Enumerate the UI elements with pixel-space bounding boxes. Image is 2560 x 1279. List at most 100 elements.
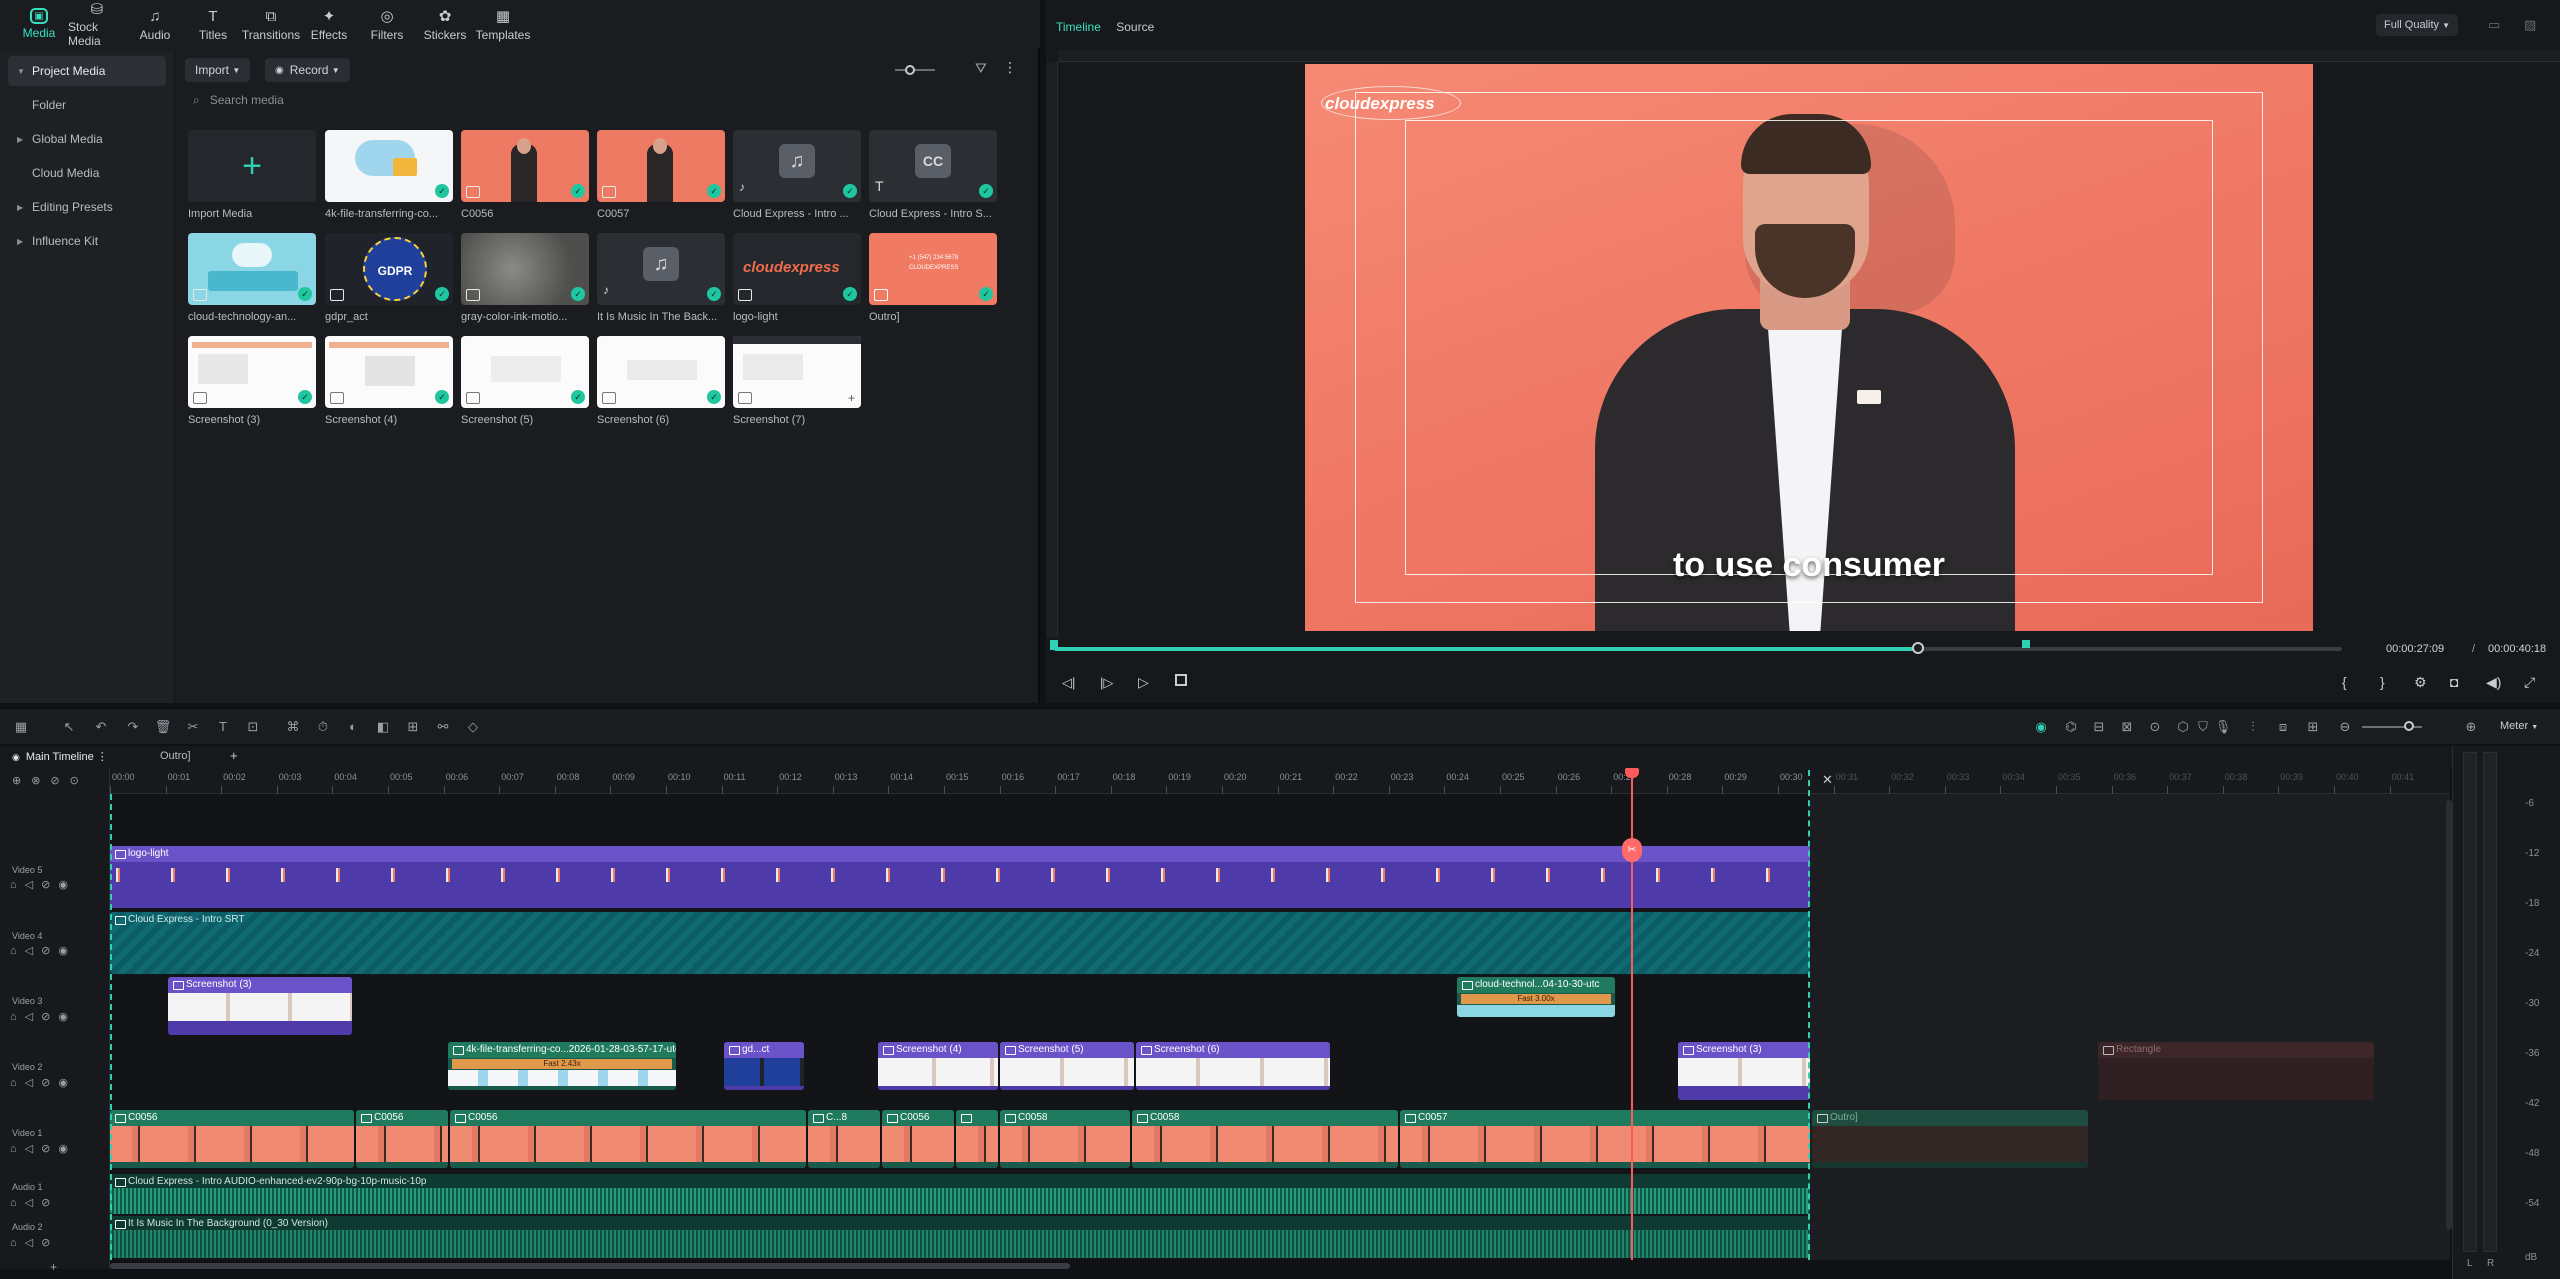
clip-logo-light[interactable]: logo-light <box>110 846 1810 908</box>
track-header-tools[interactable]: ⊕⊗⊘⊙ <box>12 774 89 787</box>
play-reverse-icon[interactable]: |▷ <box>1100 675 1113 691</box>
clip-gdpr[interactable]: gd...ct <box>724 1042 804 1090</box>
horizontal-scrollbar[interactable] <box>110 1263 1070 1269</box>
more-options-icon[interactable]: ⋮ <box>97 751 108 763</box>
tab-filters[interactable]: ◎ Filters <box>358 0 416 48</box>
media-item[interactable]: ✓ cloud-technology-an... <box>188 233 316 333</box>
in-marker[interactable] <box>1050 640 1058 650</box>
select-tool-icon[interactable]: ↖ <box>60 718 78 736</box>
media-item[interactable]: ✓ Screenshot (4) <box>325 336 453 436</box>
clip-4k-file-transferring[interactable]: 4k-file-transferring-co...2026-01-28-03-… <box>448 1042 676 1090</box>
mixer-icon[interactable]: ⫶ <box>2244 718 2262 736</box>
sidebar-item-cloud-media[interactable]: Cloud Media <box>8 158 166 188</box>
slider-handle[interactable] <box>905 65 915 75</box>
clip-screenshot-6[interactable]: Screenshot (6) <box>1136 1042 1330 1090</box>
clip-c0056[interactable]: C0056 <box>110 1110 354 1168</box>
fullscreen-icon[interactable]: ⤢ <box>2524 674 2535 691</box>
tab-media[interactable]: ▣ Media <box>10 0 68 48</box>
media-item[interactable]: cloudexpress ✓ logo-light <box>733 233 861 333</box>
sidebar-item-editing-presets[interactable]: ▶ Editing Presets <box>8 192 166 222</box>
redo-icon[interactable]: ↷ <box>124 718 142 736</box>
render-preview-icon[interactable]: ⚙ <box>2414 674 2427 691</box>
track-controls[interactable]: ⌂◁⊘ <box>10 1236 58 1249</box>
timeline-ruler[interactable]: 00:00 00:01 00:02 00:03 00:04 00:05 00:06 00:07… <box>110 768 2450 794</box>
crop-icon[interactable]: ⊡ <box>244 718 262 736</box>
shield-icon[interactable]: ⛉ <box>2194 718 2212 736</box>
undo-icon[interactable]: ↶ <box>92 718 110 736</box>
tab-transitions[interactable]: ⧉ Transitions <box>242 0 300 48</box>
add-timeline-icon[interactable]: + <box>230 748 238 763</box>
stop-icon[interactable] <box>1175 674 1187 686</box>
clip-screenshot-3b[interactable]: Screenshot (3) <box>1678 1042 1810 1100</box>
volume-icon[interactable]: ◀) <box>2486 674 2501 691</box>
media-item[interactable]: ♫ ♪ ✓ Cloud Express - Intro ... <box>733 130 861 230</box>
track-controls[interactable]: ⌂◁⊘◉ <box>10 878 76 891</box>
clip-cloud-technology[interactable]: cloud-technol...04-10-30-utc Fast 3.00x <box>1457 977 1615 1017</box>
tab-audio[interactable]: ♫ Audio <box>126 0 184 48</box>
media-item[interactable]: ♫ ♪ ✓ It Is Music In The Back... <box>597 233 725 333</box>
stabilize-icon[interactable]: ⊞ <box>404 718 422 736</box>
filter-icon[interactable]: ⛛ <box>975 60 987 77</box>
color-icon[interactable]: ◐ <box>344 718 362 736</box>
tab-stickers[interactable]: ✿ Stickers <box>416 0 474 48</box>
auto-highlight-icon[interactable]: ⊙ <box>2146 718 2164 736</box>
clip-c0057[interactable]: C0057 <box>1400 1110 1810 1168</box>
sidebar-item-global-media[interactable]: ▶ Global Media <box>8 124 166 154</box>
media-item[interactable]: ✓ Screenshot (6) <box>597 336 725 436</box>
clip-audio-music[interactable]: It Is Music In The Background (0_30 Vers… <box>110 1216 1810 1258</box>
media-item[interactable]: +1 (547) 234 5678 CLOUDEXPRESS ✓ Outro] <box>869 233 997 333</box>
zoom-slider-handle[interactable] <box>2404 721 2414 731</box>
split-scissors-icon[interactable]: ✂ <box>1622 838 1642 862</box>
record-button[interactable]: ◉ Record ▼ <box>265 58 350 82</box>
media-item[interactable]: ✓ Screenshot (5) <box>461 336 589 436</box>
marker-icon[interactable]: ⬡ <box>2174 718 2192 736</box>
tab-stock-media[interactable]: ⛁ Stock Media <box>68 0 126 48</box>
prev-frame-icon[interactable]: ◁| <box>1062 675 1075 691</box>
clip-screenshot-3[interactable]: Screenshot (3) <box>168 977 352 1035</box>
more-options-icon[interactable]: ⋮ <box>1003 59 1017 76</box>
out-marker[interactable] <box>2022 640 2030 648</box>
clip-screenshot-4[interactable]: Screenshot (4) <box>878 1042 998 1090</box>
import-button[interactable]: Import ▼ <box>185 58 251 82</box>
snapshot-icon[interactable]: ▨ <box>2524 17 2536 33</box>
delete-icon[interactable]: 🗑 <box>154 718 172 736</box>
media-item[interactable]: GDPR ✓ gdpr_act <box>325 233 453 333</box>
clip-c0058[interactable]: C0058 <box>1132 1110 1398 1168</box>
track-controls[interactable]: ⌂◁⊘◉ <box>10 1010 76 1023</box>
add-icon[interactable]: + <box>848 391 855 405</box>
subtitle-text[interactable]: to use consumer <box>1305 546 2313 585</box>
microphone-icon[interactable]: 🎙 <box>2214 718 2232 736</box>
media-item[interactable]: ✓ gray-color-ink-motio... <box>461 233 589 333</box>
layout-icon[interactable]: ▦ <box>12 718 30 736</box>
ai-copilot-icon[interactable]: ◉ <box>2032 718 2050 736</box>
grid-icon[interactable]: ⊞ <box>2304 718 2322 736</box>
track-controls[interactable]: ⌂◁⊘◉ <box>10 1076 76 1089</box>
preview-video-frame[interactable]: cloudexpress to use consumer <box>1305 64 2313 631</box>
tab-source[interactable]: Source <box>1116 20 1154 34</box>
mark-out-icon[interactable]: } <box>2380 674 2385 690</box>
clip-screenshot-5[interactable]: Screenshot (5) <box>1000 1042 1134 1090</box>
camera-icon[interactable]: ◘ <box>2450 674 2458 690</box>
search-input[interactable]: ⌕ Search media <box>185 87 1025 113</box>
tab-main-timeline[interactable]: ◉ Main Timeline ⋮ <box>12 750 108 763</box>
render-icon[interactable]: ⌬ <box>2062 718 2080 736</box>
track-controls[interactable]: ⌂◁⊘◉ <box>10 1142 76 1155</box>
tab-outro[interactable]: Outro] <box>160 750 191 762</box>
zoom-out-icon[interactable]: ⊖ <box>2336 718 2354 736</box>
track-controls[interactable]: ⌂◁⊘ <box>10 1196 58 1209</box>
mark-in-icon[interactable]: { <box>2342 674 2347 690</box>
scrubber-handle[interactable] <box>1912 642 1924 654</box>
playhead-handle[interactable] <box>1625 768 1639 778</box>
media-item-import[interactable]: + Import Media <box>188 130 316 230</box>
sidebar-item-project-media[interactable]: ▼ Project Media <box>8 56 166 86</box>
motion-icon[interactable]: ⚯ <box>434 718 452 736</box>
clip-c0058-short[interactable]: C...8 <box>808 1110 880 1168</box>
split-icon[interactable]: ✂ <box>184 718 202 736</box>
zoom-in-icon[interactable]: ⊕ <box>2462 718 2480 736</box>
keyframe-icon[interactable]: ◇ <box>464 718 482 736</box>
tab-titles[interactable]: T Titles <box>184 0 242 48</box>
display-icon[interactable]: ▭ <box>2488 17 2500 33</box>
clip-rectangle[interactable]: Rectangle <box>2098 1042 2374 1100</box>
tab-effects[interactable]: ✦ Effects <box>300 0 358 48</box>
clip-audio-intro[interactable]: Cloud Express - Intro AUDIO-enhanced-ev2… <box>110 1174 1810 1214</box>
